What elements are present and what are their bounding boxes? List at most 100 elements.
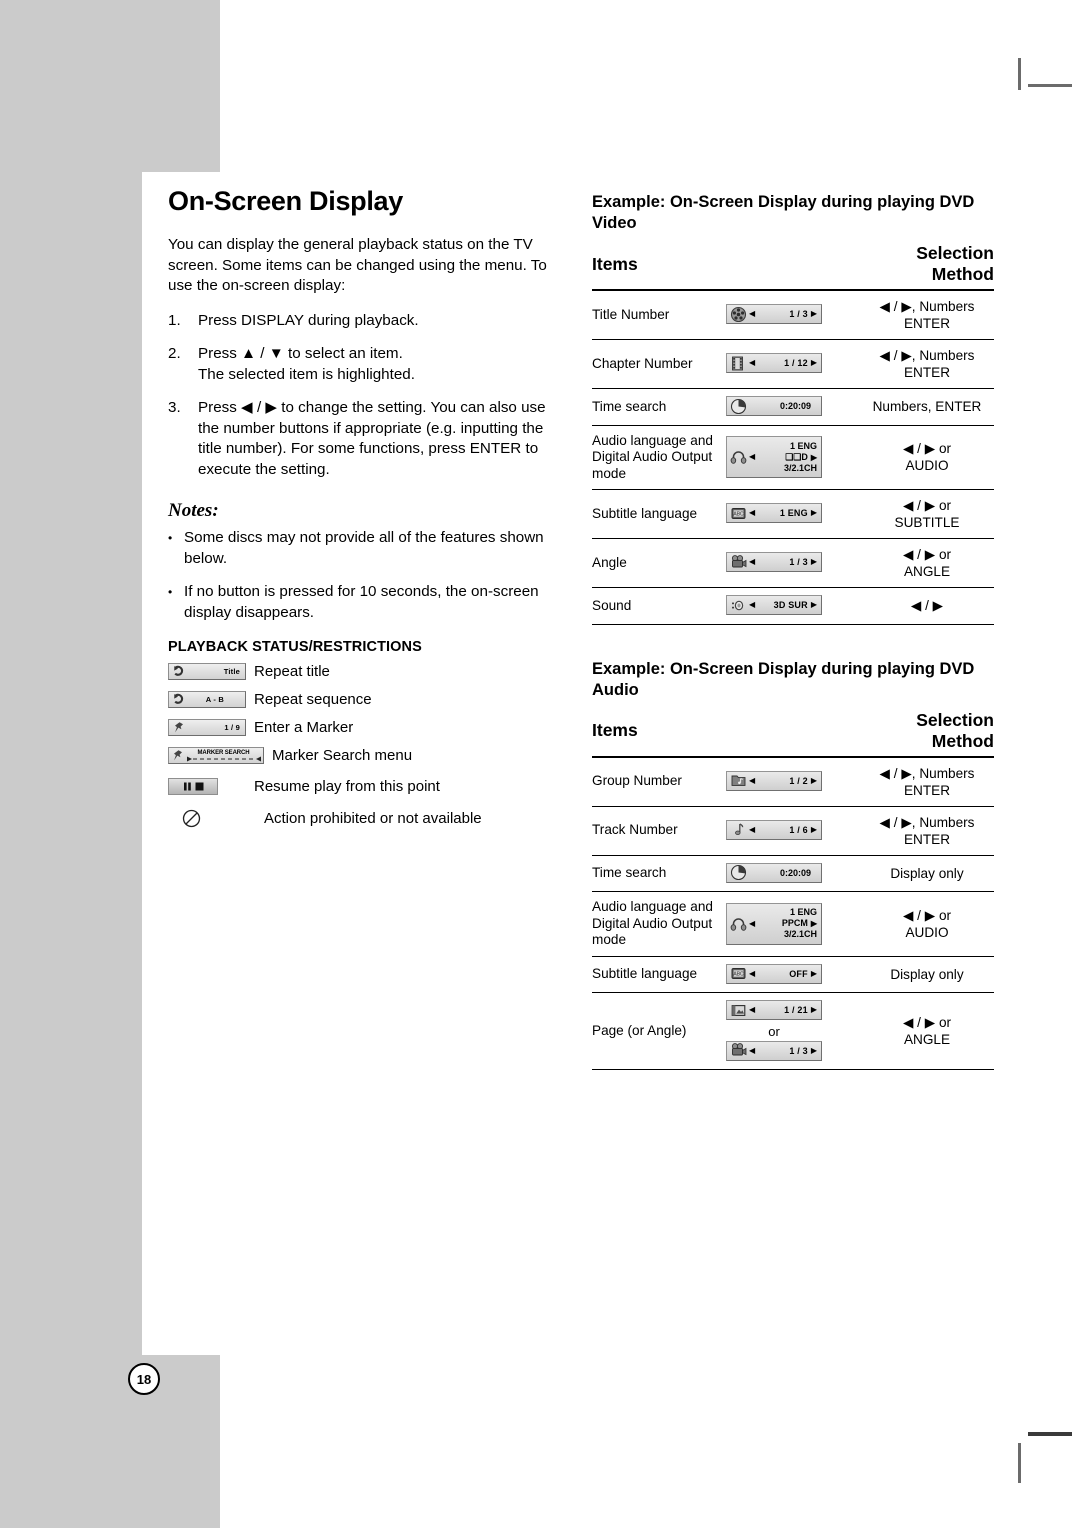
step-item: 1. Press DISPLAY during playback. [168,311,568,332]
group-number-icon: ◀ 1 / 2 ▶ [726,770,822,791]
col-header-items: Items [592,243,860,291]
notes-heading: Notes: [168,500,219,521]
clock-glyph-icon [730,864,747,881]
crop-mark-top-right-vertical [1018,58,1021,90]
playback-label: Marker Search menu [272,747,413,764]
row-icon-cell: ◀ 1 / 2 ▶ [726,756,860,807]
stop-glyph-icon [195,782,203,791]
right-arrow-icon: ▶ [810,1045,817,1055]
icon-cell: Title [168,663,254,680]
marker-search-icon: MARKER SEARCH [168,747,264,764]
repeat-sequence-badge: A - B [205,695,224,704]
row-value: 0:20:09 [779,867,811,878]
dvd-audio-table: Items Selection Method Group Number ◀ 1 … [592,709,994,1070]
table-row: Title Number ◀ 1 / 3 ▶ ◀ / ▶, Numbers EN… [592,290,994,340]
left-column: On-Screen Display You can display the ge… [168,186,568,839]
row-icon-cell: 0:20:09 [726,388,860,426]
time-search-icon: 0:20:09 [726,862,822,883]
playback-row-resume: Resume play from this point [168,778,568,795]
row-selection-method: ◀ / ▶, Numbers ENTER [860,290,994,340]
audio-line-3: 3/2.1CH [783,462,817,473]
left-arrow-icon: ◀ [749,508,756,518]
audio-line-2: PPCM [781,918,808,929]
audio-line-1: 1 ENG [789,907,817,918]
or-separator-label: or [768,1023,780,1039]
row-icon-cell: ◀ 1 ENG PPCM ▶ 3/2.1CH [726,891,860,957]
right-arrow-icon: ▶ [810,452,817,462]
crop-mark-top-right-horizontal [1028,84,1072,87]
marker-badge: 1 / 9 [224,723,240,732]
step-number: 2. [168,345,181,362]
row-value: 1 / 2 [789,775,808,786]
right-arrow-icon: ▶ [810,824,817,834]
chapter-number-icon: ◀ 1 / 12 ▶ [726,353,822,374]
movie-camera-glyph-icon [731,1043,747,1056]
audio-line-3: 3/2.1CH [783,929,817,940]
row-item-label: Audio language and Digital Audio Output … [592,891,726,957]
pushpin-glyph-icon [175,722,183,733]
intro-paragraph: You can display the general playback sta… [168,236,547,294]
table-row: Chapter Number ◀ 1 / 12 ▶ ◀ / ▶, Numbers… [592,339,994,389]
row-item-label: Time search [592,388,726,426]
row-value: OFF [789,968,808,979]
row-item-label: Track Number [592,806,726,856]
angle-icon: ◀ 1 / 3 ▶ [726,552,822,573]
filmstrip-glyph-icon [732,356,743,371]
playback-label: Resume play from this point [254,778,440,795]
left-arrow-icon: ◀ [749,775,756,785]
picture-glyph-icon [731,1004,746,1016]
subtitle-screen-glyph-icon: ABC [731,968,746,979]
row-icon-cell: 0:20:09 [726,855,860,892]
row-selection-method: ◀ / ▶ or ANGLE [860,538,994,588]
col-header-selection: Selection Method [860,243,994,291]
movie-camera-glyph-icon [731,554,747,568]
dashed-arrows-icon [186,756,261,761]
step-item: 2. Press ▲ / ▼ to select an item. The se… [168,344,568,385]
row-item-label: Audio language and Digital Audio Output … [592,425,726,490]
playback-row-repeat-title: Title Repeat title [168,663,568,680]
crop-mark-bottom-right-horizontal [1028,1432,1072,1436]
row-value-secondary: 1 / 3 [789,1045,808,1056]
row-value: 1 ENG [779,508,808,519]
row-icon-cell: ◀ 1 / 12 ▶ [726,339,860,389]
row-value: 1 / 6 [789,824,808,835]
row-selection-method: ◀ / ▶, Numbers ENTER [860,339,994,389]
table-row: Group Number ◀ 1 / 2 ▶ ◀ / ▶, Numbers EN… [592,756,994,807]
row-value: 1 / 3 [789,557,808,568]
playback-label: Enter a Marker [254,719,354,736]
left-arrow-icon: ◀ [749,968,756,978]
note-text: Some discs may not provide all of the fe… [184,529,544,567]
right-arrow-icon: ▶ [810,600,817,609]
page-number-text: 18 [136,1371,152,1387]
headphones-glyph-icon [730,918,747,931]
repeat-glyph-icon [174,665,184,676]
svg-text:ABC: ABC [733,511,744,517]
row-item-label: Angle [592,538,726,588]
subtitle-icon: ABC ◀ 1 ENG ▶ [726,503,822,524]
playback-label: Repeat sequence [254,691,372,708]
sound-icon: ◀ 3D SUR ▶ [726,595,822,615]
row-value: 0:20:09 [779,401,811,411]
svg-text:ABC: ABC [733,971,744,977]
table-row: Time search 0:20:09 Numbers, ENTER [592,388,994,426]
dvd-video-table: Items Selection Method Title Number ◀ 1 … [592,243,994,625]
table-row: Sound ◀ 3D SUR ▶ ◀ / ▶ [592,587,994,625]
right-arrow-icon: ▶ [810,775,817,785]
left-arrow-icon: ◀ [749,1045,756,1055]
left-arrow-icon: ◀ [749,557,756,567]
row-item-label: Subtitle language [592,489,726,539]
row-value: 1 / 21 [784,1005,808,1015]
prohibited-icon [182,809,201,828]
right-arrow-icon: ▶ [810,557,817,567]
table-row: Time search 0:20:09 Display only [592,855,994,892]
step-item: 3. Press ◀ / ▶ to change the setting. Yo… [168,398,568,480]
row-item-label: Chapter Number [592,339,726,389]
repeat-title-badge: Title [223,667,240,676]
audio-language-icon: ◀ 1 ENG PPCM ▶ 3/2.1CH [726,902,822,945]
crop-mark-bottom-right-vertical [1018,1443,1021,1483]
icon-cell: A - B [168,691,254,708]
pause-glyph-icon [183,782,191,791]
playback-label: Action prohibited or not available [264,810,482,827]
table-row: Track Number ◀ 1 / 6 ▶ ◀ / ▶, Numbers EN… [592,806,994,856]
clock-glyph-icon [730,398,747,414]
